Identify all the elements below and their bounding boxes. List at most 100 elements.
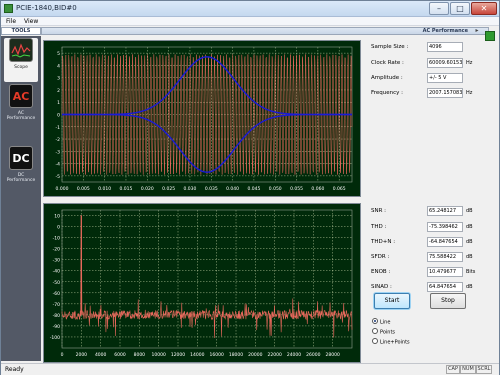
stop-button[interactable]: Stop	[430, 293, 466, 309]
frequency-field: 2007.157083	[427, 88, 463, 98]
x-tick-label: 0.025	[162, 186, 175, 192]
thd-label: THD :	[371, 224, 387, 230]
thdn-row: THD+N : -64.847654 dB	[371, 237, 483, 248]
x-tick-label: 0.030	[183, 186, 196, 192]
radio-line-points-label: Line+Points	[380, 339, 410, 346]
status-bar: Ready CAP NUM SCRL	[1, 363, 499, 375]
maximize-button[interactable]: □	[450, 2, 470, 15]
radio-line[interactable]: Line	[372, 318, 391, 327]
y-tick-label: -1	[56, 125, 61, 131]
status-text: Ready	[5, 366, 24, 373]
clock-rate-field: 60009.60153	[427, 58, 463, 68]
title-bar[interactable]: PCIE-1840,BID#0 – □ ✕	[1, 1, 499, 17]
spectrum-plot[interactable]: 10 0 -10 -20 -30 -40 -50 -60 -70 -80 -90 -100 0 2000 4…	[43, 203, 361, 363]
menu-view[interactable]: View	[24, 18, 38, 25]
tool-dc-label: DC Performance	[6, 173, 36, 183]
num-lock-indicator: NUM	[460, 365, 476, 374]
x-tick-label: 20000	[248, 352, 262, 358]
minimize-button[interactable]: –	[429, 2, 449, 15]
radio-points-label: Points	[380, 329, 396, 336]
y-tick-label: -60	[53, 291, 60, 297]
radio-line-label: Line	[380, 319, 391, 326]
time-domain-chart: 5 4 3 2 1 0 -1 -2 -3 -4 -5 0.000 0.005 0.010 0.015 0.02…	[56, 46, 353, 192]
caps-lock-indicator: CAP	[446, 365, 460, 374]
y-tick-label: -5	[56, 174, 61, 180]
x-tick-label: 0.015	[120, 186, 133, 192]
sfdr-field: 75.588422	[427, 252, 463, 262]
clock-rate-label: Clock Rate :	[371, 60, 404, 66]
spectrum-trace	[61, 215, 353, 338]
menu-bar: File View	[1, 17, 499, 26]
x-tick-label: 0.010	[98, 186, 111, 192]
x-tick-label: 0.005	[77, 186, 90, 192]
y-tick-label: -4	[56, 162, 61, 168]
amplitude-label: Amplitude :	[371, 75, 403, 81]
pin-icon[interactable]: ▸	[473, 27, 481, 35]
radio-unselected-icon	[372, 338, 378, 344]
tool-dc-performance[interactable]: DC DC Performance	[4, 146, 38, 190]
sinad-field: 64.847654	[427, 282, 463, 292]
time-domain-plot[interactable]: 5 4 3 2 1 0 -1 -2 -3 -4 -5 0.000 0.005 0.010 0.015 0.02…	[43, 40, 361, 197]
enob-unit: Bits	[466, 269, 476, 275]
y-tick-label: 10	[54, 214, 60, 220]
x-tick-label: 0	[61, 352, 64, 358]
y-tick-label: 4	[57, 63, 60, 69]
x-tick-label: 12000	[171, 352, 185, 358]
sfdr-row: SFDR : 75.588422 dB	[371, 252, 483, 263]
tool-ac-label: AC Performance	[6, 111, 36, 121]
snr-field: 65.248127	[427, 206, 463, 216]
sample-size-field: 4096	[427, 42, 463, 52]
x-tick-label: 0.055	[290, 186, 303, 192]
tool-scope[interactable]: Scope	[4, 38, 38, 82]
x-tick-label: 14000	[190, 352, 204, 358]
radio-unselected-icon	[372, 328, 378, 334]
scroll-lock-indicator: SCRL	[476, 365, 492, 374]
sample-size-label: Sample Size :	[371, 44, 409, 50]
x-tick-label: 22000	[268, 352, 282, 358]
y-tick-label: -2	[56, 137, 61, 143]
y-tick-label: 3	[57, 76, 60, 82]
tool-ac-performance[interactable]: AC AC Performance	[4, 84, 38, 128]
tools-sidebar: Scope AC AC Performance DC DC Performanc…	[1, 36, 41, 361]
thd-unit: dB	[466, 224, 473, 230]
sinad-unit: dB	[466, 284, 473, 290]
radio-points[interactable]: Points	[372, 328, 396, 337]
plot-frame	[61, 209, 353, 349]
close-button[interactable]: ✕	[471, 2, 497, 15]
sfdr-label: SFDR :	[371, 254, 390, 260]
x-tick-label: 10000	[152, 352, 166, 358]
enob-field: 10.479677	[427, 267, 463, 277]
main-window: PCIE-1840,BID#0 – □ ✕ File View TOOLS AC…	[0, 0, 500, 375]
window-title: PCIE-1840,BID#0	[16, 4, 77, 12]
frequency-unit: Hz	[466, 90, 473, 96]
snr-label: SNR :	[371, 208, 387, 214]
frequency-row: Frequency : 2007.157083 Hz	[371, 88, 483, 99]
app-icon	[4, 4, 13, 13]
thdn-field: -64.847654	[427, 237, 463, 247]
frequency-label: Frequency :	[371, 90, 404, 96]
x-tick-label: 0.065	[333, 186, 346, 192]
panel-header: AC Performance	[41, 27, 489, 35]
sfdr-unit: dB	[466, 254, 473, 260]
thdn-unit: dB	[466, 239, 473, 245]
x-tick-label: 4000	[95, 352, 107, 358]
x-tick-label: 16000	[210, 352, 224, 358]
y-tick-label: -30	[53, 258, 60, 264]
dc-icon: DC	[9, 146, 33, 170]
x-tick-label: 0.045	[247, 186, 260, 192]
thd-field: -75.398462	[427, 222, 463, 232]
y-tick-label: -80	[53, 313, 60, 319]
y-tick-label: -50	[53, 280, 60, 286]
amplitude-field: +/- 5 V	[427, 73, 463, 83]
menu-file[interactable]: File	[6, 18, 16, 25]
x-tick-label: 6000	[114, 352, 126, 358]
y-tick-label: -40	[53, 269, 60, 275]
start-button[interactable]: Start	[374, 293, 410, 309]
x-tick-label: 0.000	[56, 186, 69, 192]
scope-icon	[9, 38, 33, 62]
y-tick-label: 2	[57, 88, 60, 94]
radio-line-points[interactable]: Line+Points	[372, 338, 410, 347]
sinad-row: SINAD : 64.847654 dB	[371, 282, 483, 293]
spectrum-chart: 10 0 -10 -20 -30 -40 -50 -60 -70 -80 -90 -100 0 2000 4…	[50, 209, 353, 358]
y-tick-label: -90	[53, 324, 60, 330]
